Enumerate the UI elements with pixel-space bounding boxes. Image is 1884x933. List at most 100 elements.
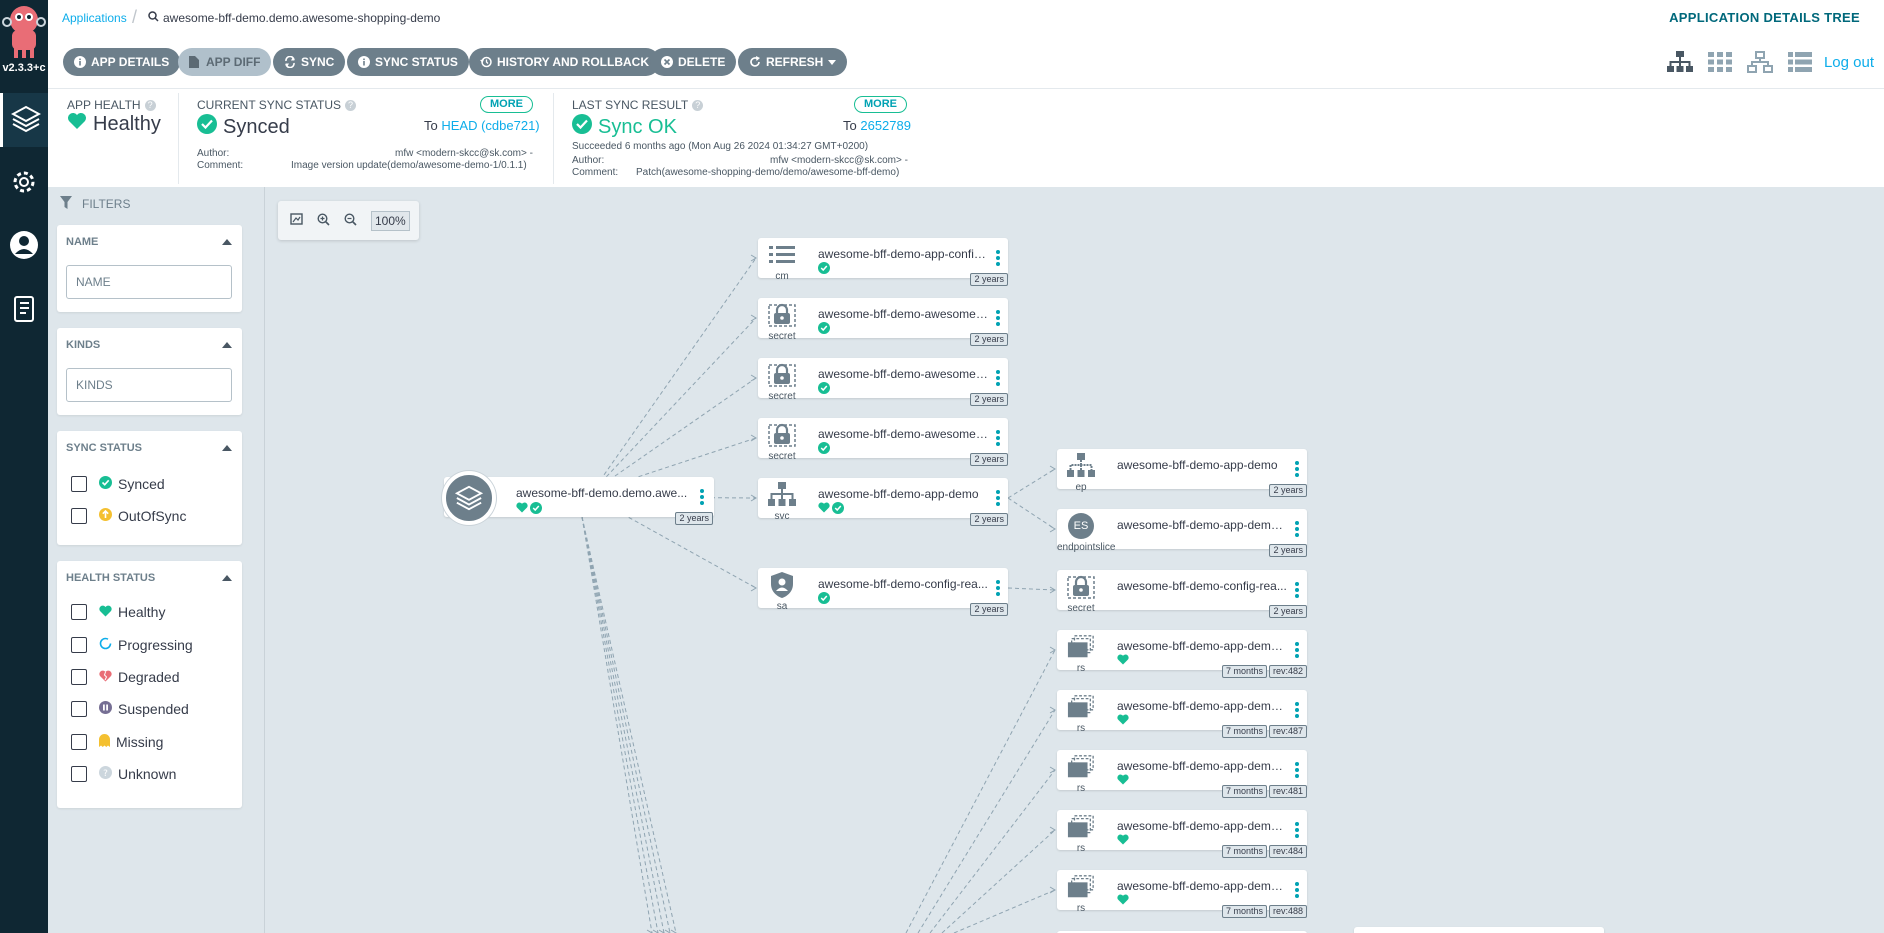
resource-node-rs[interactable]: rs awesome-bff-demo-app-demo-... 7 months r… bbox=[1057, 750, 1307, 798]
checkbox[interactable] bbox=[71, 476, 87, 492]
node-menu-icon[interactable] bbox=[1295, 762, 1299, 778]
resource-node-secret[interactable]: secret awesome-bff-demo-awesome-... 2 year… bbox=[758, 298, 1008, 346]
secret-icon bbox=[768, 302, 796, 328]
resource-name: awesome-bff-demo-awesome-... bbox=[818, 367, 988, 381]
check-circle-icon bbox=[572, 114, 592, 140]
checkbox[interactable] bbox=[71, 701, 87, 717]
checkbox[interactable] bbox=[71, 637, 87, 653]
breadcrumb-current[interactable]: awesome-bff-demo.demo.awesome-shopping-d… bbox=[148, 11, 440, 25]
sync-revision-link[interactable]: HEAD (cdbe721) bbox=[441, 118, 539, 133]
resource-node-secret[interactable]: secret awesome-bff-demo-config-rea... 2 ye… bbox=[1057, 570, 1307, 618]
node-menu-icon[interactable] bbox=[1295, 882, 1299, 898]
help-icon[interactable]: ? bbox=[345, 99, 357, 111]
collapse-caret-icon[interactable] bbox=[222, 239, 232, 245]
sync-status-button[interactable]: SYNC STATUS bbox=[347, 48, 469, 76]
fit-to-screen-icon[interactable] bbox=[290, 213, 303, 228]
last-sync-author: mfw <modern-skcc@sk.com> - bbox=[770, 155, 908, 166]
node-menu-icon[interactable] bbox=[996, 490, 1000, 506]
node-menu-icon[interactable] bbox=[1295, 582, 1299, 598]
graph-edge bbox=[905, 649, 1056, 933]
secret-icon bbox=[768, 362, 796, 388]
resource-node-cm[interactable]: cm awesome-bff-demo-app-config... 2 years bbox=[758, 238, 1008, 286]
nav-applications[interactable] bbox=[0, 93, 48, 147]
nav-user-info[interactable] bbox=[0, 219, 48, 273]
collapse-caret-icon[interactable] bbox=[222, 575, 232, 581]
collapse-caret-icon[interactable] bbox=[222, 445, 232, 451]
node-menu-icon[interactable] bbox=[1295, 461, 1299, 477]
resource-node-endpointslice[interactable]: ES endpointslice awesome-bff-demo-app-demo… bbox=[1057, 509, 1307, 557]
filter-option-healthy[interactable]: Healthy bbox=[71, 604, 165, 620]
node-menu-icon[interactable] bbox=[996, 310, 1000, 326]
filter-option-progressing[interactable]: Progressing bbox=[71, 637, 193, 653]
version-label: v2.3.3+c bbox=[2, 62, 46, 74]
last-sync-author-label: Author: bbox=[572, 155, 605, 166]
delete-button[interactable]: DELETE bbox=[650, 48, 737, 76]
sync-button[interactable]: SYNC bbox=[273, 48, 346, 76]
filter-option-unknown[interactable]: ? Unknown bbox=[71, 766, 176, 782]
resource-tags: 2 years bbox=[1269, 484, 1307, 497]
checkbox[interactable] bbox=[71, 604, 87, 620]
tree-view-icon[interactable] bbox=[1666, 51, 1694, 73]
node-menu-icon[interactable] bbox=[700, 489, 704, 505]
pods-view-icon[interactable] bbox=[1706, 51, 1734, 73]
resource-node-secret[interactable]: secret awesome-bff-demo-awesome-... 2 year… bbox=[758, 358, 1008, 406]
app-details-button[interactable]: APP DETAILS bbox=[63, 48, 181, 76]
network-view-icon[interactable] bbox=[1746, 51, 1774, 73]
filter-option-degraded[interactable]: Degraded bbox=[71, 669, 180, 685]
node-menu-icon[interactable] bbox=[1295, 521, 1299, 537]
resource-node-rs[interactable]: rs awesome-bff-demo-app-demo-... 7 months r… bbox=[1057, 630, 1307, 678]
filter-option-missing[interactable]: Missing bbox=[71, 734, 163, 750]
help-icon[interactable]: ? bbox=[692, 99, 704, 111]
list-view-icon[interactable] bbox=[1786, 51, 1814, 73]
checkbox[interactable] bbox=[71, 669, 87, 685]
nav-documentation[interactable] bbox=[0, 283, 48, 337]
nav-settings[interactable] bbox=[0, 156, 48, 210]
filters-header: FILTERS bbox=[60, 196, 130, 212]
checkbox[interactable] bbox=[71, 766, 87, 782]
sync-more-button[interactable]: MORE bbox=[480, 96, 533, 113]
settings-icon bbox=[10, 168, 38, 199]
zoom-level[interactable]: 100% bbox=[371, 210, 410, 231]
last-sync-more-button[interactable]: MORE bbox=[854, 96, 907, 113]
edge-arrow bbox=[750, 314, 757, 322]
sync-comment-label: Comment: bbox=[197, 160, 244, 171]
node-menu-icon[interactable] bbox=[996, 370, 1000, 386]
filter-option-suspended[interactable]: Suspended bbox=[71, 701, 189, 717]
resource-node-rs[interactable]: rs awesome-bff-demo-app-demo-... 7 months r… bbox=[1057, 870, 1307, 918]
logout-link[interactable]: Log out bbox=[1824, 54, 1874, 71]
name-filter-input[interactable] bbox=[66, 265, 232, 299]
breadcrumb-applications[interactable]: Applications bbox=[62, 11, 127, 25]
kinds-filter-input[interactable] bbox=[66, 368, 232, 402]
node-menu-icon[interactable] bbox=[1295, 702, 1299, 718]
history-rollback-button[interactable]: HISTORY AND ROLLBACK bbox=[469, 48, 661, 76]
age-tag: 2 years bbox=[970, 513, 1008, 526]
app-diff-button[interactable]: APP DIFF bbox=[178, 48, 272, 76]
resource-node-sa[interactable]: sa awesome-bff-demo-config-rea... 2 years bbox=[758, 568, 1008, 616]
filter-option-synced[interactable]: Synced bbox=[71, 476, 165, 492]
argo-logo-icon[interactable] bbox=[2, 2, 46, 60]
resource-node-ep[interactable]: ep awesome-bff-demo-app-demo 2 years bbox=[1057, 449, 1307, 497]
resource-node-svc[interactable]: svc awesome-bff-demo-app-demo 2 years bbox=[758, 478, 1008, 526]
zoom-in-icon[interactable] bbox=[317, 212, 330, 229]
collapse-caret-icon[interactable] bbox=[222, 342, 232, 348]
graph-edge bbox=[581, 516, 671, 933]
resource-node-rs[interactable]: rs awesome-bff-demo-app-demo-... 7 months r… bbox=[1057, 690, 1307, 738]
node-menu-icon[interactable] bbox=[996, 250, 1000, 266]
resource-node-secret[interactable]: secret awesome-bff-demo-awesome-... 2 year… bbox=[758, 418, 1008, 466]
resource-node-partial[interactable] bbox=[1354, 927, 1604, 933]
resource-tree-graph[interactable]: 100% awesome-bff-demo.demo.awe... 2 year… bbox=[266, 187, 1884, 933]
node-menu-icon[interactable] bbox=[996, 580, 1000, 596]
current-sync-value: Synced bbox=[197, 114, 290, 140]
refresh-button[interactable]: REFRESH bbox=[738, 48, 848, 76]
node-menu-icon[interactable] bbox=[1295, 642, 1299, 658]
help-icon[interactable]: ? bbox=[144, 99, 156, 111]
info-icon bbox=[74, 56, 86, 68]
node-menu-icon[interactable] bbox=[1295, 822, 1299, 838]
last-sync-revision-link[interactable]: 2652789 bbox=[860, 118, 911, 133]
checkbox[interactable] bbox=[71, 734, 87, 750]
zoom-out-icon[interactable] bbox=[344, 212, 357, 229]
resource-node-rs[interactable]: rs awesome-bff-demo-app-demo-... 7 months r… bbox=[1057, 810, 1307, 858]
node-menu-icon[interactable] bbox=[996, 430, 1000, 446]
checkbox[interactable] bbox=[71, 508, 87, 524]
filter-option-outofsync[interactable]: OutOfSync bbox=[71, 508, 186, 524]
